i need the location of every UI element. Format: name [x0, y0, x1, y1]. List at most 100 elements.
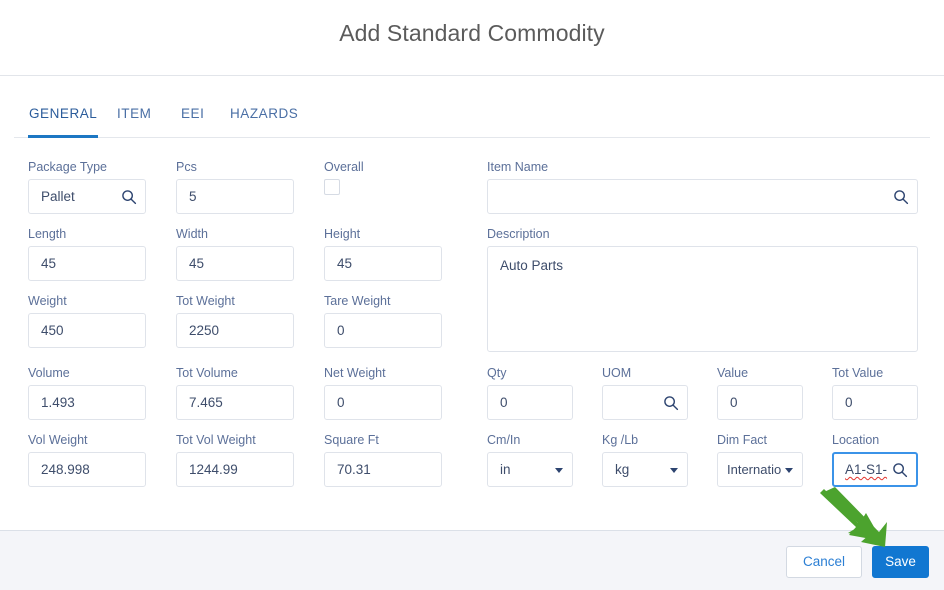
overall-label: Overall: [324, 160, 364, 174]
field-cm-in: Cm/In in: [487, 433, 573, 487]
description-value: Auto Parts: [500, 258, 564, 273]
weight-input[interactable]: 450: [28, 313, 146, 348]
description-textarea[interactable]: Auto Parts: [487, 246, 918, 352]
length-input[interactable]: 45: [28, 246, 146, 281]
field-length: Length 45: [28, 227, 146, 281]
tab-bar: GENERAL ITEM EEI HAZARDS: [0, 96, 944, 138]
page-title: Add Standard Commodity: [339, 20, 605, 46]
cancel-button[interactable]: Cancel: [786, 546, 862, 578]
chevron-down-icon[interactable]: [670, 467, 678, 473]
tot-weight-label: Tot Weight: [176, 294, 235, 308]
field-pcs: Pcs 5: [176, 160, 294, 214]
tot-volume-value: 7.465: [189, 395, 223, 410]
kg-lb-value: kg: [615, 462, 630, 477]
cm-in-select[interactable]: in: [487, 452, 573, 487]
tare-weight-value: 0: [337, 323, 345, 338]
uom-value: [615, 386, 661, 419]
field-weight: Weight 450: [28, 294, 146, 348]
location-label: Location: [832, 433, 880, 447]
field-width: Width 45: [176, 227, 294, 281]
cm-in-label: Cm/In: [487, 433, 521, 447]
tab-item[interactable]: ITEM: [116, 96, 152, 138]
search-icon[interactable]: [893, 189, 909, 205]
volume-input[interactable]: 1.493: [28, 385, 146, 420]
square-ft-label: Square Ft: [324, 433, 379, 447]
square-ft-value: 70.31: [337, 462, 371, 477]
location-input[interactable]: A1-S1-: [832, 452, 918, 487]
overall-checkbox[interactable]: [324, 179, 340, 195]
tot-volume-input[interactable]: 7.465: [176, 385, 294, 420]
field-package-type: Package Type Pallet: [28, 160, 146, 214]
tare-weight-input[interactable]: 0: [324, 313, 442, 348]
field-uom: UOM: [602, 366, 688, 420]
dim-fact-label: Dim Fact: [717, 433, 767, 447]
pcs-label: Pcs: [176, 160, 197, 174]
pcs-input[interactable]: 5: [176, 179, 294, 214]
field-tare-weight: Tare Weight 0: [324, 294, 442, 348]
weight-label: Weight: [28, 294, 67, 308]
field-value: Value 0: [717, 366, 803, 420]
dim-fact-select[interactable]: Internatio: [717, 452, 803, 487]
square-ft-input[interactable]: 70.31: [324, 452, 442, 487]
height-input[interactable]: 45: [324, 246, 442, 281]
field-description: Description Auto Parts: [487, 227, 918, 352]
add-standard-commodity-dialog: Add Standard Commodity GENERAL ITEM EEI …: [0, 0, 944, 590]
field-net-weight: Net Weight 0: [324, 366, 442, 420]
chevron-down-icon[interactable]: [785, 467, 793, 473]
search-icon[interactable]: [663, 395, 679, 411]
tot-value-input[interactable]: 0: [832, 385, 918, 420]
tot-vol-weight-value: 1244.99: [189, 462, 238, 477]
cm-in-value: in: [500, 462, 511, 477]
field-qty: Qty 0: [487, 366, 573, 420]
vol-weight-label: Vol Weight: [28, 433, 88, 447]
tab-eei[interactable]: EEI: [180, 96, 205, 138]
save-button[interactable]: Save: [872, 546, 929, 578]
weight-value: 450: [41, 323, 64, 338]
uom-input[interactable]: [602, 385, 688, 420]
volume-label: Volume: [28, 366, 70, 380]
item-name-input[interactable]: [487, 179, 918, 214]
tab-hazards[interactable]: HAZARDS: [229, 96, 299, 138]
net-weight-input[interactable]: 0: [324, 385, 442, 420]
field-vol-weight: Vol Weight 248.998: [28, 433, 146, 487]
width-label: Width: [176, 227, 208, 241]
value-label: Value: [717, 366, 749, 380]
kg-lb-label: Kg /Lb: [602, 433, 639, 447]
qty-input[interactable]: 0: [487, 385, 573, 420]
qty-label: Qty: [487, 366, 507, 380]
search-icon[interactable]: [121, 189, 137, 205]
package-type-label: Package Type: [28, 160, 107, 174]
volume-value: 1.493: [41, 395, 75, 410]
field-tot-volume: Tot Volume 7.465: [176, 366, 294, 420]
location-value-text: A1-S1-: [845, 462, 888, 477]
field-tot-weight: Tot Weight 2250: [176, 294, 294, 348]
tot-volume-label: Tot Volume: [176, 366, 238, 380]
field-height: Height 45: [324, 227, 442, 281]
field-tot-vol-weight: Tot Vol Weight 1244.99: [176, 433, 294, 487]
package-type-value: Pallet: [41, 189, 75, 204]
pcs-value: 5: [189, 189, 197, 204]
chevron-down-icon[interactable]: [555, 467, 563, 473]
tot-weight-input[interactable]: 2250: [176, 313, 294, 348]
package-type-input[interactable]: Pallet: [28, 179, 146, 214]
net-weight-label: Net Weight: [324, 366, 386, 380]
length-value: 45: [41, 256, 57, 271]
width-input[interactable]: 45: [176, 246, 294, 281]
tot-weight-value: 2250: [189, 323, 220, 338]
width-value: 45: [189, 256, 205, 271]
field-location: Location A1-S1-: [832, 433, 918, 487]
height-label: Height: [324, 227, 361, 241]
tab-general[interactable]: GENERAL: [28, 96, 99, 138]
value-input[interactable]: 0: [717, 385, 803, 420]
vol-weight-value: 248.998: [41, 462, 90, 477]
qty-value: 0: [500, 395, 508, 410]
tot-value-label: Tot Value: [832, 366, 884, 380]
vol-weight-input[interactable]: 248.998: [28, 452, 146, 487]
uom-label: UOM: [602, 366, 632, 380]
value-value: 0: [730, 395, 738, 410]
commodity-form: Package Type Pallet Pcs 5 Overall Item N…: [0, 138, 944, 530]
dialog-header: Add Standard Commodity: [0, 0, 944, 76]
search-icon[interactable]: [892, 462, 908, 478]
tot-vol-weight-input[interactable]: 1244.99: [176, 452, 294, 487]
kg-lb-select[interactable]: kg: [602, 452, 688, 487]
